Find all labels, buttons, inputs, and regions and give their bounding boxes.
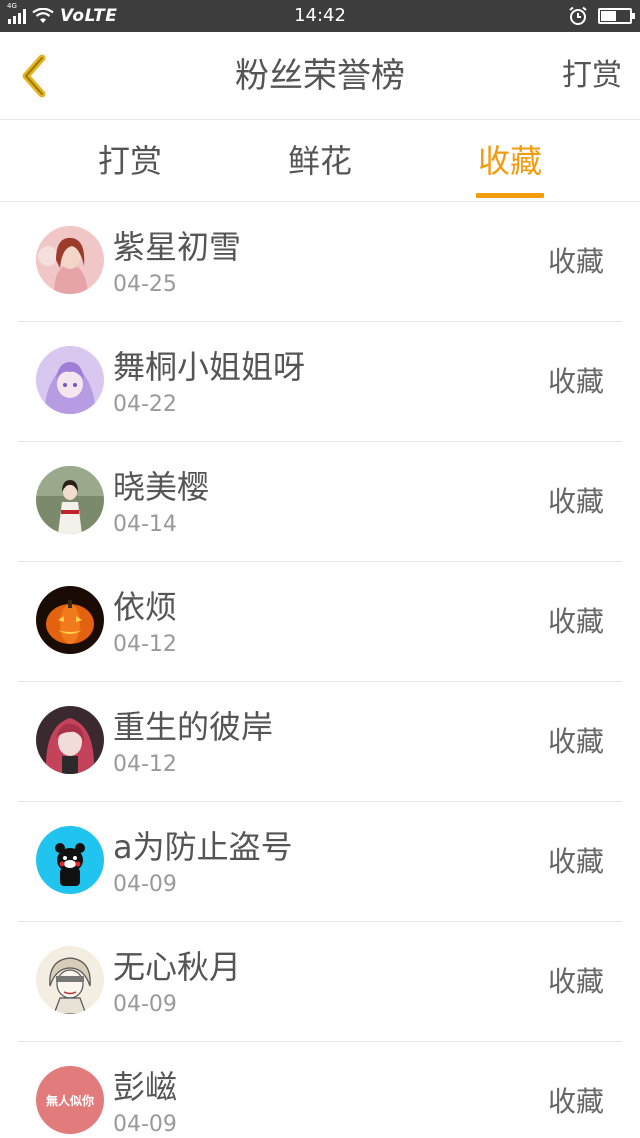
tab-label: 打赏 <box>97 142 162 180</box>
fan-name: 彭嵫 <box>113 1068 178 1106</box>
avatar <box>36 466 104 534</box>
fan-date: 04-25 <box>113 272 177 297</box>
alarm-icon <box>569 6 587 25</box>
active-tab-indicator <box>476 193 544 198</box>
tab-label: 鲜花 <box>287 142 352 180</box>
avatar <box>36 706 104 774</box>
status-time: 14:42 <box>294 5 346 26</box>
tab-bar: 打赏 鲜花 收藏 <box>0 121 640 202</box>
list-item[interactable]: a为防止盗号 04-09 收藏 <box>18 802 622 922</box>
fan-name: 舞桐小姐姐呀 <box>113 348 306 386</box>
fan-date: 04-09 <box>113 872 177 897</box>
fan-name: 晓美樱 <box>113 468 210 506</box>
fan-name: a为防止盗号 <box>113 828 293 866</box>
fan-name: 重生的彼岸 <box>113 708 274 746</box>
tab-reward[interactable]: 打赏 <box>70 121 190 202</box>
favorite-label: 收藏 <box>547 605 604 638</box>
fan-name: 无心秋月 <box>113 948 242 986</box>
fan-date: 04-22 <box>113 392 177 417</box>
favorite-label: 收藏 <box>547 845 604 878</box>
list-item[interactable]: 舞桐小姐姐呀 04-22 收藏 <box>18 322 622 442</box>
avatar <box>36 226 104 294</box>
status-bar: 4G VoLTE 14:42 <box>0 0 640 32</box>
avatar-text: 無人似你 <box>46 1093 94 1108</box>
fan-date: 04-09 <box>113 992 177 1017</box>
page-title: 粉丝荣誉榜 <box>235 56 405 96</box>
favorite-label: 收藏 <box>547 965 604 998</box>
avatar <box>36 586 104 654</box>
favorite-label: 收藏 <box>547 725 604 758</box>
favorite-label: 收藏 <box>547 245 604 278</box>
favorite-label: 收藏 <box>547 365 604 398</box>
list-item[interactable]: 紫星初雪 04-25 收藏 <box>18 202 622 322</box>
tab-flowers[interactable]: 鲜花 <box>260 121 380 202</box>
avatar <box>36 946 104 1014</box>
fan-list: 紫星初雪 04-25 收藏 舞桐小姐姐呀 04-22 收藏 晓美樱 04-14 … <box>18 202 622 1138</box>
avatar: 無人似你 <box>36 1066 104 1134</box>
fan-name: 依烦 <box>113 588 178 626</box>
avatar <box>36 346 104 414</box>
fan-name: 紫星初雪 <box>113 228 242 266</box>
tab-label: 收藏 <box>477 142 542 180</box>
favorite-label: 收藏 <box>547 485 604 518</box>
avatar <box>36 826 104 894</box>
fan-date: 04-14 <box>113 512 177 537</box>
status-right <box>568 0 635 32</box>
tab-favorites[interactable]: 收藏 <box>450 121 570 202</box>
fan-date: 04-09 <box>113 1112 177 1137</box>
reward-button[interactable]: 打赏 <box>562 32 622 120</box>
list-item[interactable]: 重生的彼岸 04-12 收藏 <box>18 682 622 802</box>
list-item[interactable]: 晓美樱 04-14 收藏 <box>18 442 622 562</box>
fan-date: 04-12 <box>113 752 177 777</box>
battery-icon <box>598 8 635 24</box>
list-item[interactable]: 無人似你 彭嵫 04-09 收藏 <box>18 1042 622 1138</box>
battery-level <box>601 11 616 21</box>
fan-date: 04-12 <box>113 632 177 657</box>
list-item[interactable]: 无心秋月 04-09 收藏 <box>18 922 622 1042</box>
navigation-header: 粉丝荣誉榜 打赏 <box>0 32 640 120</box>
list-item[interactable]: 依烦 04-12 收藏 <box>18 562 622 682</box>
favorite-label: 收藏 <box>547 1085 604 1118</box>
